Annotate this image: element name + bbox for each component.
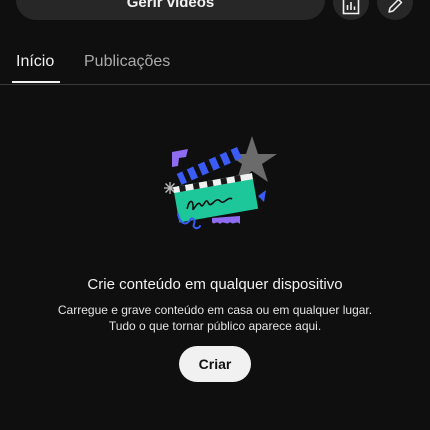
blue-triangle-shape — [258, 190, 266, 202]
purple-wave-shape — [212, 216, 240, 224]
empty-state-description: Carregue e grave conteúdo em casa ou em … — [30, 302, 400, 334]
clapperboard-illustration — [150, 130, 280, 240]
bar-chart-icon — [342, 0, 360, 15]
channel-tabs: Início Publicações — [0, 44, 430, 84]
manage-videos-label: Gerir vídeos — [126, 0, 215, 11]
channel-content-page: Gerir vídeos Início Publicações Crie con… — [0, 0, 430, 430]
create-button-label: Criar — [198, 356, 232, 372]
tabs-divider — [0, 84, 430, 85]
pencil-icon — [386, 0, 404, 15]
tab-publicacoes[interactable]: Publicações — [84, 53, 170, 71]
create-button[interactable]: Criar — [179, 346, 251, 382]
active-tab-indicator — [12, 81, 60, 83]
edit-channel-button[interactable] — [377, 0, 413, 20]
empty-state-title: Crie conteúdo em qualquer dispositivo — [87, 276, 343, 293]
purple-shape — [172, 149, 188, 167]
manage-videos-button[interactable]: Gerir vídeos — [16, 0, 325, 20]
empty-state-description-line1: Carregue e grave conteúdo em casa ou em … — [57, 303, 373, 317]
tab-inicio[interactable]: Início — [16, 53, 54, 71]
empty-state-description-line2: Tudo o que tornar público aparece aqui. — [108, 319, 322, 333]
analytics-button[interactable] — [333, 0, 369, 20]
